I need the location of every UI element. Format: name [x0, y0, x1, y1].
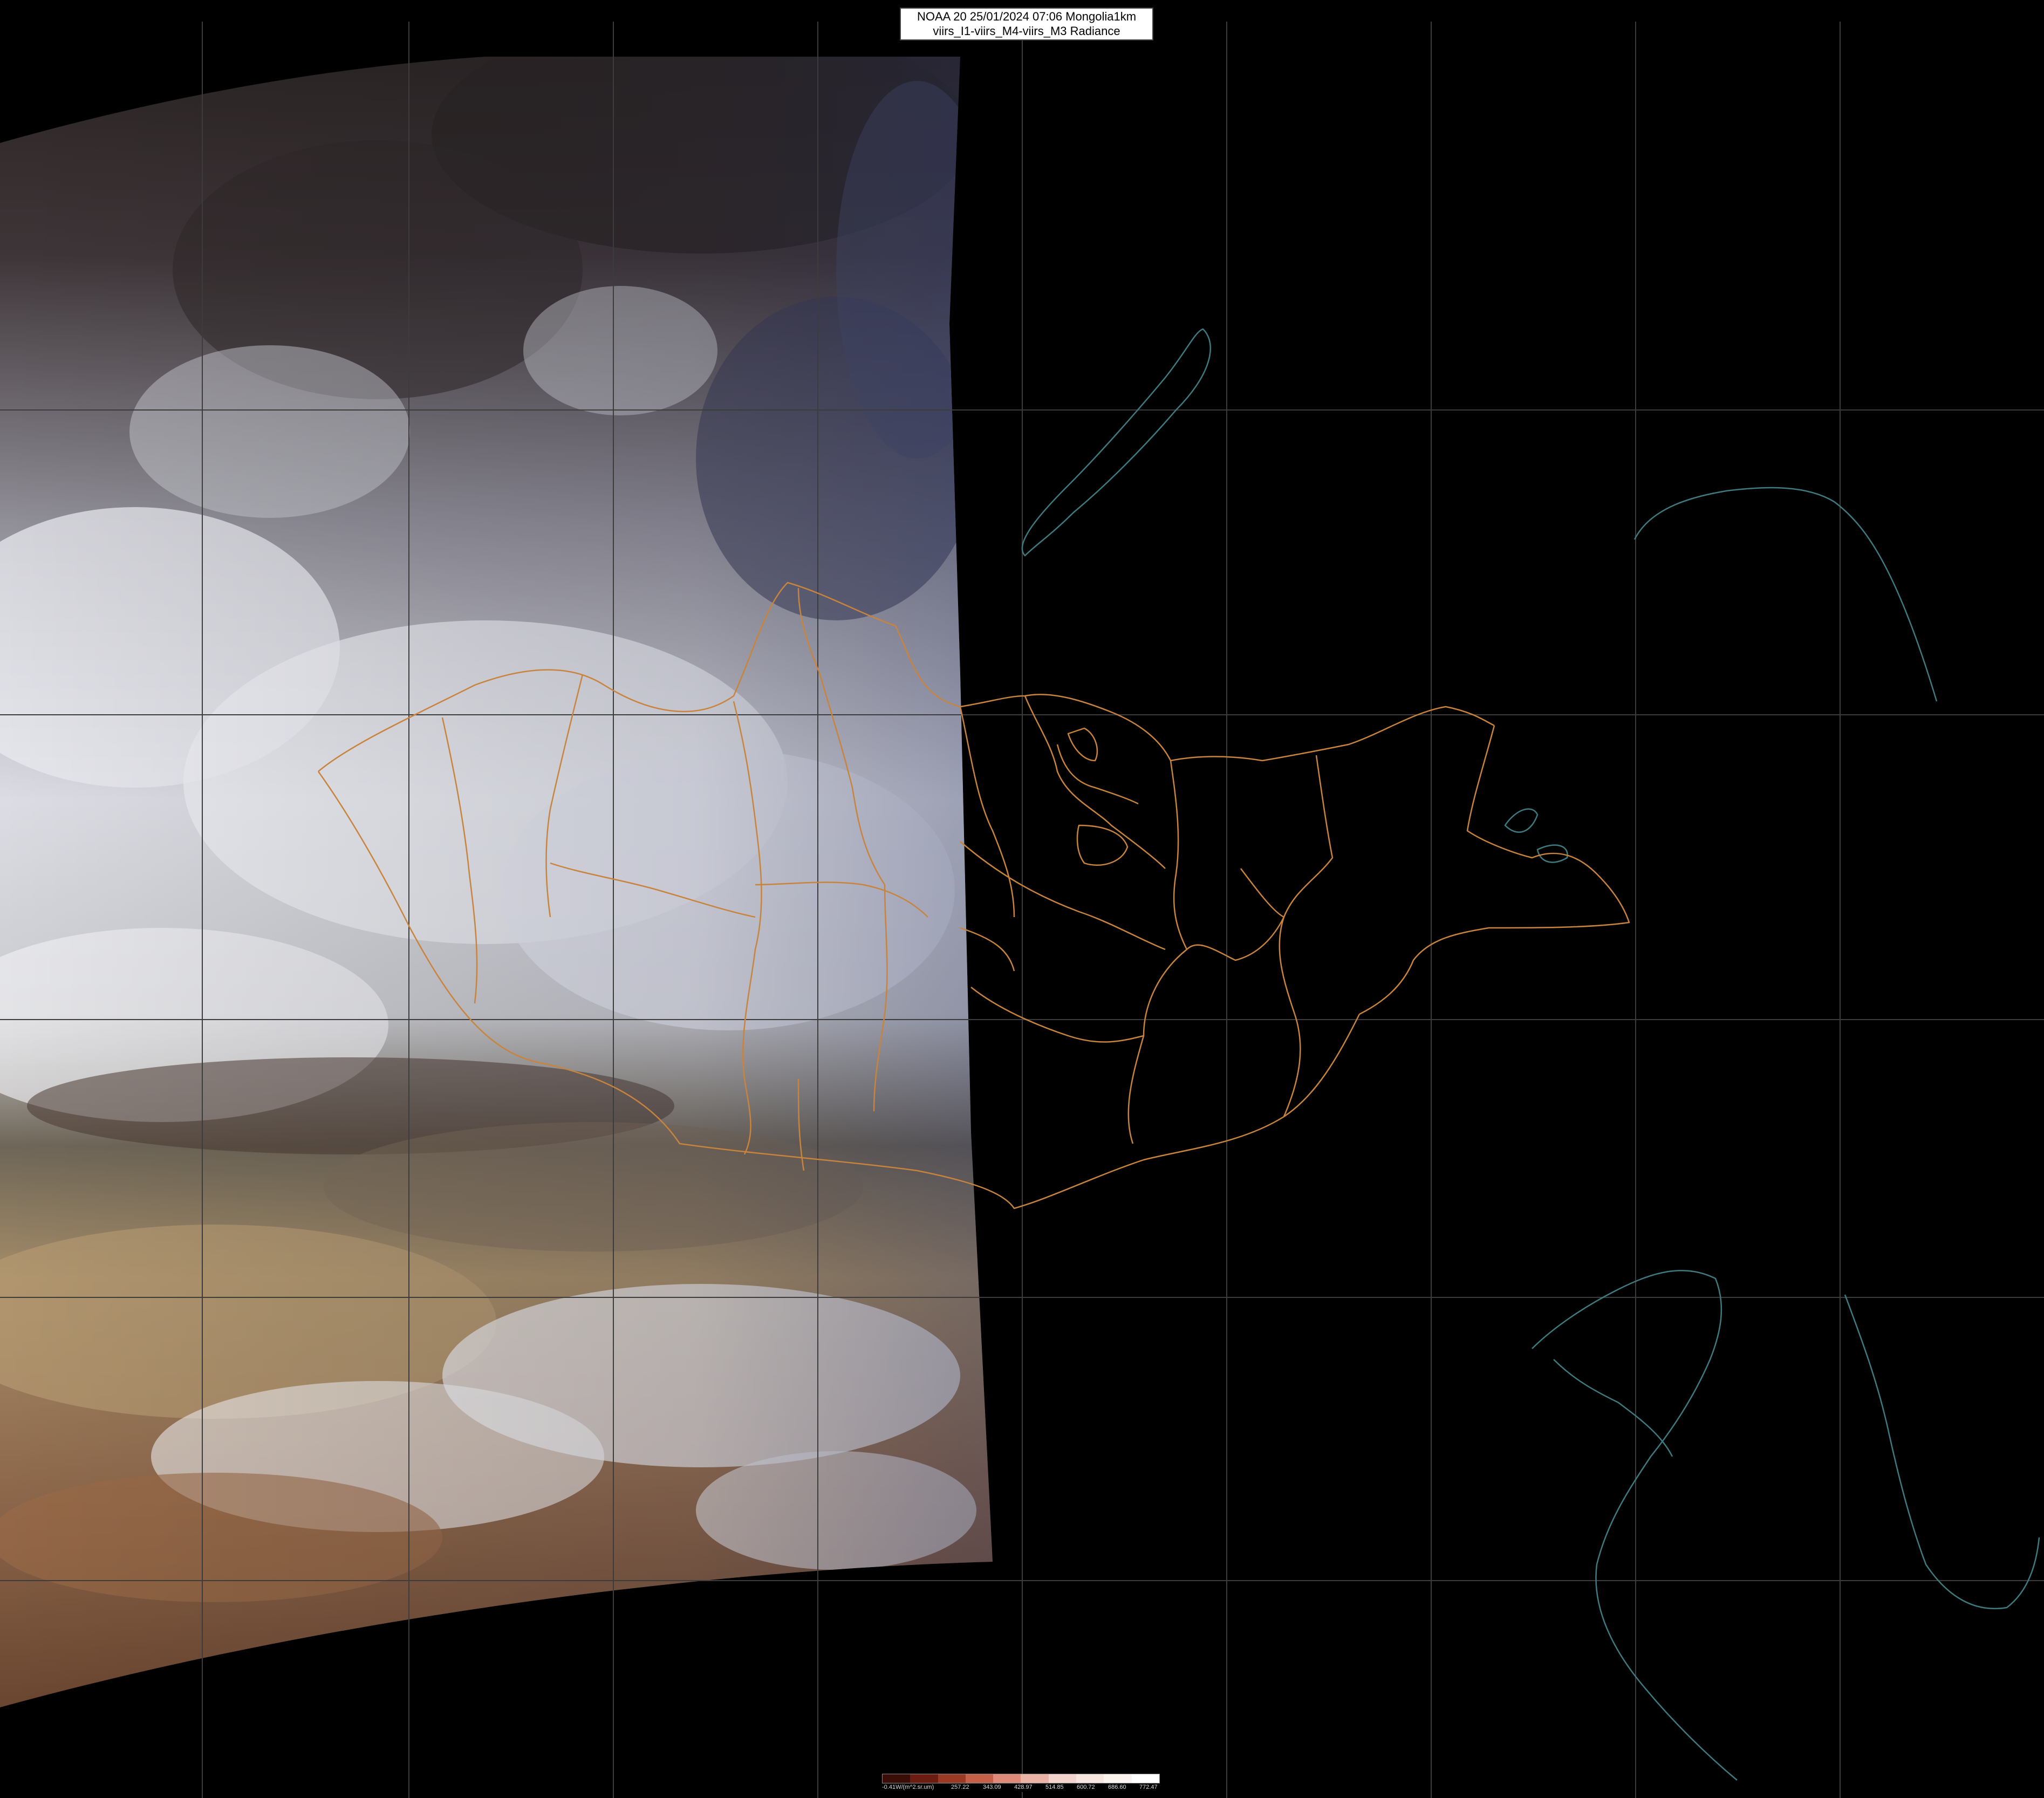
scale-tick: 686.60 — [1108, 1784, 1126, 1790]
scale-tick: 514.85 — [1045, 1784, 1064, 1790]
province-line — [1186, 868, 1285, 961]
satellite-swath — [0, 57, 993, 1707]
province-line — [1127, 949, 1187, 1144]
scale-unit-label: -0.41W/(m^2.sr.um) — [882, 1784, 934, 1790]
province-line — [1067, 727, 1098, 762]
lake-baikal-outline — [1021, 328, 1211, 557]
province-line — [960, 927, 1015, 972]
color-swatch — [938, 1774, 966, 1783]
color-scale-ticks: -0.41W/(m^2.sr.um) 257.22 343.09 428.97 … — [882, 1783, 1160, 1792]
province-line — [970, 987, 1144, 1043]
scale-tick: 600.72 — [1077, 1784, 1095, 1790]
province-line — [1170, 760, 1188, 950]
color-swatch — [1076, 1774, 1104, 1783]
color-swatch — [993, 1774, 1021, 1783]
province-line — [960, 841, 1166, 951]
province-line — [1024, 695, 1166, 869]
color-swatch — [1048, 1774, 1077, 1783]
coastline-northeast — [1633, 487, 1938, 702]
province-line — [959, 706, 1015, 918]
color-swatch — [883, 1774, 911, 1783]
lake-outline — [1504, 808, 1539, 833]
scale-tick: 343.09 — [983, 1784, 1001, 1790]
coastline-korea — [1532, 1269, 1738, 1781]
province-line — [1279, 755, 1334, 1015]
color-swatch — [910, 1774, 938, 1783]
satellite-map — [0, 0, 2044, 1798]
map-title-box: NOAA 20 25/01/2024 07:06 Mongolia1km vii… — [900, 8, 1153, 40]
province-line — [1283, 1014, 1301, 1117]
color-swatch — [1131, 1774, 1159, 1783]
title-line-1: NOAA 20 25/01/2024 07:06 Mongolia1km — [917, 10, 1137, 23]
border-east-lobe — [1359, 725, 1630, 1015]
color-swatch — [965, 1774, 994, 1783]
coastline-bay — [1553, 1359, 1673, 1457]
scale-tick: 428.97 — [1014, 1784, 1033, 1790]
color-swatch — [1104, 1774, 1132, 1783]
color-swatch — [1021, 1774, 1049, 1783]
scale-tick: 257.22 — [951, 1784, 969, 1790]
color-scale-bar — [882, 1774, 1160, 1783]
coastlines — [1021, 328, 2040, 1781]
coastline-peninsula — [1844, 1294, 2040, 1610]
title-line-2: viirs_I1-viirs_M4-viirs_M3 Radiance — [933, 24, 1120, 38]
color-scale-legend: -0.41W/(m^2.sr.um) 257.22 343.09 428.97 … — [882, 1774, 1160, 1792]
scale-tick: 772.47 — [1139, 1784, 1158, 1790]
